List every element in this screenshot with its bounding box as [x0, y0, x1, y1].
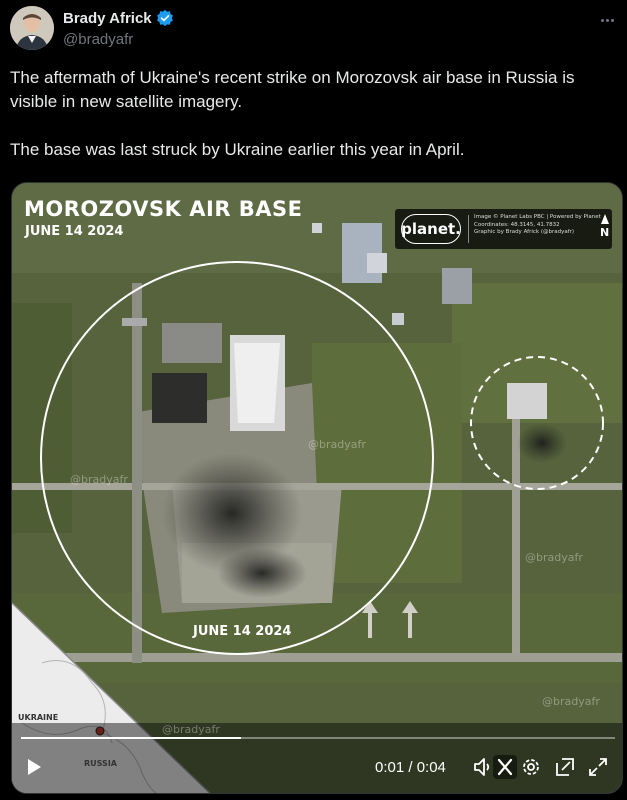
watermark: @bradyafr [542, 695, 600, 708]
watermark: @bradyafr [162, 723, 220, 736]
x-logo-icon [493, 755, 517, 779]
image-date: JUNE 14 2024 [25, 224, 124, 239]
planet-logo: planet. [401, 214, 461, 244]
watermark: @bradyafr [308, 438, 366, 451]
video-progress-bar[interactable] [21, 737, 615, 739]
more-icon[interactable] [597, 10, 617, 30]
video-player[interactable]: MOROZOVSK AIR BASE JUNE 14 2024 planet. … [11, 182, 623, 794]
tweet-paragraph: The base was last struck by Ukraine earl… [10, 140, 465, 159]
video-controls: 0:01 / 0:04 [12, 747, 622, 787]
avatar[interactable] [10, 6, 54, 50]
tweet-text: The aftermath of Ukraine's recent strike… [10, 66, 617, 162]
watermark: @bradyafr [70, 473, 128, 486]
tweet-paragraph: The aftermath of Ukraine's recent strike… [10, 68, 575, 111]
video-time: 0:01 / 0:04 [375, 759, 446, 776]
video-progress-fill [21, 737, 241, 739]
picture-in-picture-icon[interactable] [553, 755, 577, 779]
name-row: Brady Africk [63, 9, 174, 27]
display-name[interactable]: Brady Africk [63, 10, 152, 27]
circle-date: JUNE 14 2024 [193, 624, 292, 639]
handle[interactable]: @bradyafr [63, 31, 133, 48]
planet-graphic-credit: Graphic by Brady Africk (@bradyafr) [474, 229, 575, 235]
north-arrow-icon: N [600, 214, 609, 239]
planet-credit-box: planet. Image © Planet Labs PBC | Powere… [395, 209, 612, 249]
verified-badge-icon [156, 9, 174, 27]
planet-credit: Image © Planet Labs PBC | Powered by Pla… [474, 214, 601, 220]
tweet-header: Brady Africk @bradyafr [10, 6, 617, 54]
north-label: N [600, 226, 610, 239]
image-title: MOROZOVSK AIR BASE [24, 197, 303, 221]
planet-info: Image © Planet Labs PBC | Powered by Pla… [474, 214, 601, 237]
play-icon[interactable] [28, 759, 41, 775]
volume-icon[interactable] [471, 755, 495, 779]
fullscreen-icon[interactable] [586, 755, 610, 779]
inset-label-ukraine: UKRAINE [18, 713, 59, 722]
planet-coordinates: Coordinates: 48.3145, 41.7832 [474, 221, 560, 228]
watermark: @bradyafr [525, 551, 583, 564]
satellite-image [12, 183, 622, 793]
settings-icon[interactable] [519, 755, 543, 779]
divider [468, 215, 469, 243]
